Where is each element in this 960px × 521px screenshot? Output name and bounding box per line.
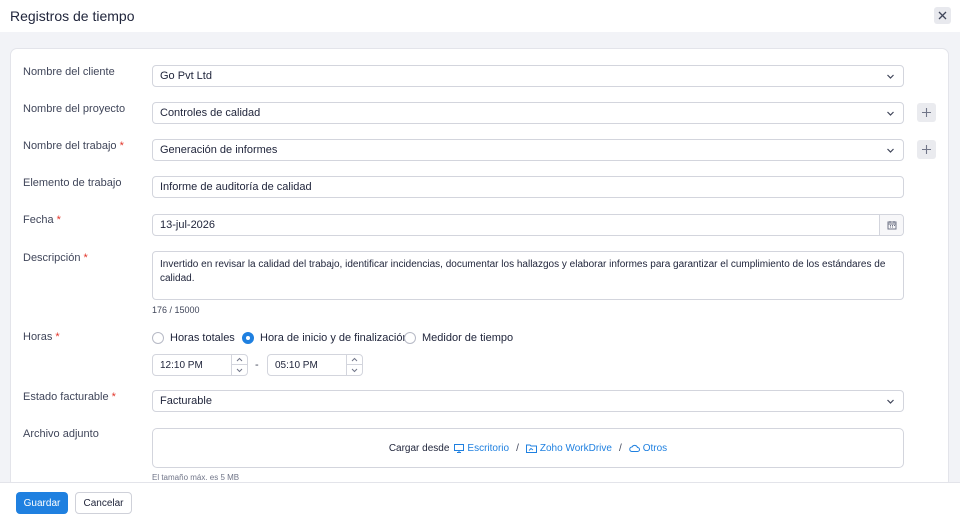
date-value: 13-jul-2026 [160, 219, 216, 231]
customer-select[interactable]: Go Pvt Ltd [152, 65, 904, 87]
plus-icon [922, 145, 931, 154]
start-time-stepper[interactable] [231, 355, 247, 375]
chevron-up-icon [351, 357, 358, 362]
add-project-button[interactable] [917, 103, 936, 122]
dialog-header: Registros de tiempo [0, 0, 960, 32]
stepper-up[interactable] [347, 355, 362, 365]
billable-value: Facturable [160, 395, 212, 407]
dialog-title: Registros de tiempo [10, 8, 135, 24]
radio-circle-selected [242, 332, 254, 344]
close-button[interactable] [934, 7, 951, 24]
project-label: Nombre del proyecto [23, 103, 126, 115]
monitor-icon [454, 443, 465, 453]
end-time-value: 05:10 PM [275, 359, 318, 371]
chevron-down-icon [351, 368, 358, 372]
start-time-value: 12:10 PM [160, 359, 203, 371]
radio-circle [404, 332, 416, 344]
work-item-input[interactable]: Informe de auditoría de calidad [152, 176, 904, 198]
radio-timer[interactable]: Medidor de tiempo [404, 332, 513, 344]
billable-label: Estado facturable * [23, 391, 116, 403]
radio-total-hours[interactable]: Horas totales [152, 332, 235, 344]
radio-circle [152, 332, 164, 344]
hours-label: Horas * [23, 331, 60, 343]
upload-desktop-label: Escritorio [467, 442, 510, 454]
required-mark: * [55, 331, 60, 343]
calendar-icon [887, 221, 896, 230]
time-separator: - [255, 359, 259, 371]
task-value: Generación de informes [160, 144, 278, 156]
upload-workdrive-label: Zoho WorkDrive [539, 442, 612, 454]
chevron-down-icon [887, 111, 894, 116]
upload-others-label: Otros [642, 442, 668, 454]
stepper-down[interactable] [232, 365, 247, 375]
cancel-button[interactable]: Cancelar [75, 492, 132, 514]
radio-label: Medidor de tiempo [422, 332, 514, 344]
chevron-down-icon [887, 399, 894, 404]
start-time-input[interactable]: 12:10 PM [152, 354, 248, 376]
character-counter: 176 / 15000 [152, 305, 200, 315]
max-size-note: El tamaño máx. es 5 MB [152, 473, 240, 482]
work-item-value: Informe de auditoría de calidad [160, 181, 312, 193]
folder-icon [525, 444, 537, 453]
save-button[interactable]: Guardar [16, 492, 68, 514]
customer-label: Nombre del cliente [23, 66, 115, 78]
chevron-down-icon [887, 74, 894, 79]
project-select[interactable]: Controles de calidad [152, 102, 904, 124]
stepper-up[interactable] [232, 355, 247, 365]
upload-prefix: Cargar desde [388, 442, 450, 454]
required-mark: * [119, 140, 124, 152]
dialog-footer [0, 482, 960, 521]
date-label: Fecha * [23, 214, 61, 226]
description-label: Descripción * [23, 252, 88, 264]
required-mark: * [83, 252, 88, 264]
calendar-button[interactable] [879, 215, 903, 235]
billable-select[interactable]: Facturable [152, 390, 904, 412]
cloud-icon [628, 444, 640, 452]
required-mark: * [111, 391, 116, 403]
add-task-button[interactable] [917, 140, 936, 159]
upload-dropzone[interactable]: Cargar desde Escritorio / Zoho WorkDrive… [152, 428, 904, 468]
stepper-down[interactable] [347, 365, 362, 375]
chevron-down-icon [236, 368, 243, 372]
upload-others-link[interactable]: Otros [628, 442, 668, 454]
upload-desktop-link[interactable]: Escritorio [454, 443, 509, 454]
radio-label: Horas totales [170, 332, 235, 344]
end-time-input[interactable]: 05:10 PM [267, 354, 363, 376]
customer-value: Go Pvt Ltd [160, 70, 212, 82]
radio-label: Hora de inicio y de finalización [260, 332, 409, 344]
plus-icon [922, 108, 931, 117]
work-item-label: Elemento de trabajo [23, 177, 122, 189]
close-icon [938, 11, 947, 20]
radio-start-end-time[interactable]: Hora de inicio y de finalización [242, 332, 409, 344]
upload-workdrive-link[interactable]: Zoho WorkDrive [525, 442, 612, 454]
upload-separator: / [516, 442, 519, 454]
task-select[interactable]: Generación de informes [152, 139, 904, 161]
chevron-up-icon [236, 357, 243, 362]
date-input[interactable]: 13-jul-2026 [152, 214, 904, 236]
end-time-stepper[interactable] [346, 355, 362, 375]
required-mark: * [56, 214, 61, 226]
upload-separator: / [618, 442, 622, 454]
attachment-label: Archivo adjunto [23, 428, 99, 440]
description-textarea[interactable]: Invertido en revisar la calidad del trab… [152, 251, 904, 300]
task-label: Nombre del trabajo * [23, 140, 124, 152]
project-value: Controles de calidad [160, 107, 261, 119]
chevron-down-icon [887, 148, 894, 153]
